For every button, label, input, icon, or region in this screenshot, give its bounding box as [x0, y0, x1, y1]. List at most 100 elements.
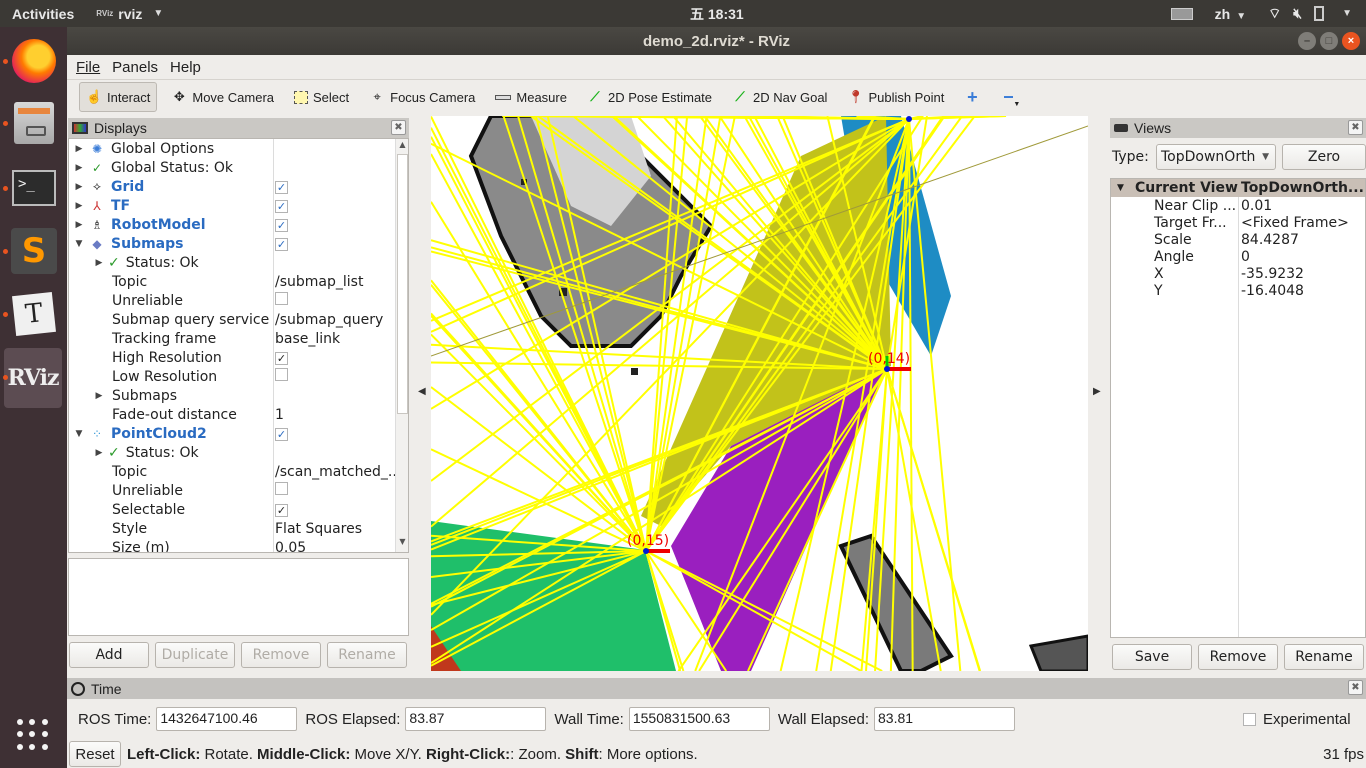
expand-arrow-icon[interactable]: ▶: [73, 144, 85, 154]
app-menu[interactable]: RViz rviz ▼: [96, 6, 163, 22]
prop-value[interactable]: 0: [1241, 249, 1250, 265]
tree-row-submaps-list[interactable]: ▶ Submaps: [69, 386, 408, 405]
render-canvas[interactable]: (0,14) (0,15): [431, 116, 1088, 671]
tree-row-global-options[interactable]: ▶ ✺ Global Options: [69, 139, 408, 158]
row-value[interactable]: 0.05: [275, 540, 397, 553]
view-prop-row[interactable]: X -35.9232: [1111, 265, 1365, 282]
tree-row-pointcloud2[interactable]: ▼ ⁘ PointCloud2 ✓: [69, 424, 408, 443]
add-tool-button[interactable]: +: [958, 82, 986, 112]
tree-row-selectable[interactable]: Selectable ✓: [69, 500, 408, 519]
view-prop-row[interactable]: Target Fr... <Fixed Frame>: [1111, 214, 1365, 231]
prop-value[interactable]: 84.4287: [1241, 232, 1299, 248]
save-view-button[interactable]: Save: [1112, 644, 1192, 670]
tree-row-grid[interactable]: ▶ ⟡ Grid ✓: [69, 177, 408, 196]
expand-arrow-icon[interactable]: ▶: [73, 201, 85, 211]
menu-panels[interactable]: Panels: [112, 59, 158, 76]
collapse-right-icon[interactable]: ▶: [1093, 386, 1101, 397]
tree-row-high-resolution[interactable]: High Resolution ✓: [69, 348, 408, 367]
scroll-up-icon[interactable]: ▲: [396, 140, 408, 154]
tree-row-pointcloud-status[interactable]: ▶ ✓ Status: Ok: [69, 443, 408, 462]
ros-time-field[interactable]: 1432647100.46: [156, 707, 298, 731]
3d-render-view[interactable]: (0,14) (0,15): [431, 116, 1088, 671]
dock-typora[interactable]: T: [3, 286, 62, 342]
view-prop-row[interactable]: Scale 84.4287: [1111, 231, 1365, 248]
tree-row-submap-query-service[interactable]: Submap query service/submap_query: [69, 310, 408, 329]
prop-value[interactable]: -16.4048: [1241, 283, 1304, 299]
tool-interact[interactable]: ☝ Interact: [79, 82, 158, 112]
enable-checkbox[interactable]: ✓: [275, 180, 288, 194]
tool-focus-camera[interactable]: ⌖ Focus Camera: [363, 82, 481, 112]
minimize-button[interactable]: –: [1298, 32, 1316, 50]
expand-arrow-icon[interactable]: ▶: [73, 220, 85, 230]
close-icon[interactable]: ✖: [1348, 680, 1363, 695]
menu-help[interactable]: Help: [170, 59, 201, 76]
tree-row-tracking-frame[interactable]: Tracking frame base_link: [69, 329, 408, 348]
view-prop-row[interactable]: Angle 0: [1111, 248, 1365, 265]
low-resolution-checkbox[interactable]: [275, 368, 288, 381]
row-value[interactable]: /submap_query: [275, 312, 397, 328]
collapse-arrow-icon[interactable]: ▼: [73, 239, 85, 249]
unreliable-checkbox[interactable]: [275, 482, 288, 495]
row-value[interactable]: base_link: [275, 331, 397, 347]
wall-elapsed-field[interactable]: 83.81: [874, 707, 1016, 731]
displays-scrollbar[interactable]: ▲ ▼: [395, 139, 408, 552]
tree-row-robotmodel[interactable]: ▶ ♗ RobotModel ✓: [69, 215, 408, 234]
duplicate-display-button[interactable]: Duplicate: [155, 642, 235, 668]
row-value[interactable]: /scan_matched_...: [275, 464, 397, 480]
scroll-down-icon[interactable]: ▼: [396, 537, 408, 551]
keyboard-icon[interactable]: [1170, 7, 1193, 20]
menu-file[interactable]: File: [76, 59, 100, 76]
prop-value[interactable]: <Fixed Frame>: [1241, 215, 1349, 231]
window-titlebar[interactable]: demo_2d.rviz* - RViz – □ ×: [67, 27, 1366, 55]
tree-row-tf[interactable]: ▶ ⅄ TF ✓: [69, 196, 408, 215]
ros-elapsed-field[interactable]: 83.87: [405, 707, 547, 731]
enable-checkbox[interactable]: ✓: [275, 427, 288, 441]
tree-row-submaps[interactable]: ▼ ◆ Submaps ✓: [69, 234, 408, 253]
dock-firefox[interactable]: [3, 33, 62, 89]
tree-row-global-status[interactable]: ▶ ✓ Global Status: Ok: [69, 158, 408, 177]
tree-row-submaps-topic[interactable]: Topic/submap_list: [69, 272, 408, 291]
view-prop-row[interactable]: Near Clip ... 0.01: [1111, 197, 1365, 214]
expand-arrow-icon[interactable]: ▶: [93, 391, 105, 401]
row-value[interactable]: 1: [275, 407, 397, 423]
tool-publish-point[interactable]: 📍︎ Publish Point: [841, 82, 950, 112]
prop-value[interactable]: -35.9232: [1241, 266, 1304, 282]
collapse-arrow-icon[interactable]: ▼: [1117, 183, 1135, 193]
input-method[interactable]: zh ▼: [1215, 6, 1246, 22]
scrollbar-thumb[interactable]: [397, 154, 408, 414]
rename-view-button[interactable]: Rename: [1284, 644, 1364, 670]
dock-files[interactable]: [3, 95, 62, 151]
tray-status[interactable]: ⌔ 🔇︎ ▼: [1268, 5, 1352, 23]
tree-row-submaps-unreliable[interactable]: Unreliable: [69, 291, 408, 310]
maximize-button[interactable]: □: [1320, 32, 1338, 50]
collapse-left-icon[interactable]: ◀: [418, 386, 426, 397]
tree-row-fade-out-distance[interactable]: Fade-out distance 1: [69, 405, 408, 424]
collapse-arrow-icon[interactable]: ▼: [73, 429, 85, 439]
tree-row-style[interactable]: Style Flat Squares: [69, 519, 408, 538]
reset-button[interactable]: Reset: [69, 741, 121, 767]
tool-move-camera[interactable]: ✥ Move Camera: [165, 82, 280, 112]
tool-measure[interactable]: Measure: [489, 82, 573, 112]
dock-rviz[interactable]: RViz: [3, 348, 62, 408]
high-resolution-checkbox[interactable]: ✓: [275, 351, 288, 365]
tree-row-pointcloud-topic[interactable]: Topic/scan_matched_...: [69, 462, 408, 481]
enable-checkbox[interactable]: ✓: [275, 237, 288, 251]
current-view-row[interactable]: ▼ Current View TopDownOrth...: [1111, 179, 1365, 197]
experimental-checkbox[interactable]: [1243, 713, 1256, 726]
remove-tool-button[interactable]: − ▼: [994, 82, 1026, 112]
dock-sublime[interactable]: S: [3, 223, 62, 279]
tree-row-submaps-status[interactable]: ▶ ✓ Status: Ok: [69, 253, 408, 272]
rename-display-button[interactable]: Rename: [327, 642, 407, 668]
view-prop-row[interactable]: Y -16.4048: [1111, 282, 1365, 299]
wall-time-field[interactable]: 1550831500.63: [628, 707, 770, 731]
view-type-select[interactable]: TopDownOrth ▼: [1156, 144, 1276, 170]
enable-checkbox[interactable]: ✓: [275, 199, 288, 213]
row-value[interactable]: Flat Squares: [275, 521, 397, 537]
clock[interactable]: 五 18:31: [690, 4, 744, 24]
expand-arrow-icon[interactable]: ▶: [93, 448, 105, 458]
selectable-checkbox[interactable]: ✓: [275, 503, 288, 517]
dock-terminal[interactable]: >_: [3, 160, 62, 216]
expand-arrow-icon[interactable]: ▶: [73, 163, 85, 173]
expand-arrow-icon[interactable]: ▶: [93, 258, 105, 268]
tool-2d-pose-estimate[interactable]: ⟋ 2D Pose Estimate: [581, 82, 718, 112]
